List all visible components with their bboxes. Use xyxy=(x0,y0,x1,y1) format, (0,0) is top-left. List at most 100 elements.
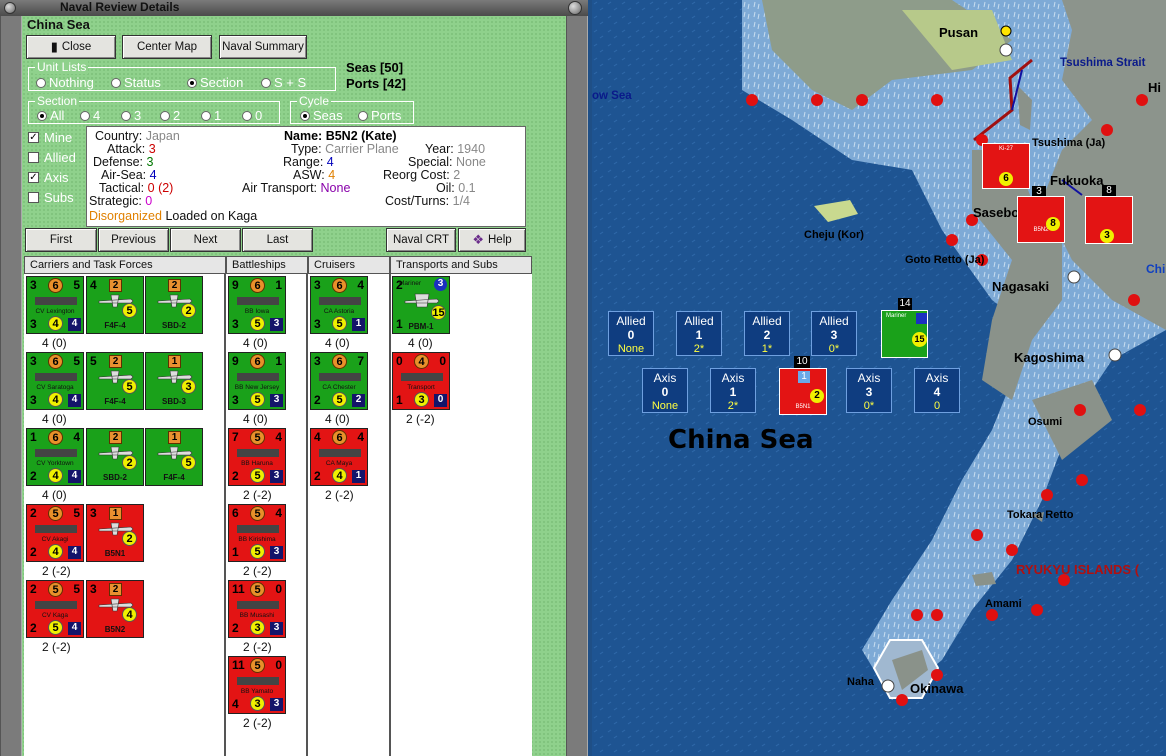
plane-range-circle: 3 xyxy=(181,379,196,394)
ship-counter[interactable]: 3 6 5 CV Saratoga 3 4 4 xyxy=(26,352,84,410)
counter-unit-name: CV Yorktown xyxy=(36,460,74,467)
section-2-radio[interactable]: 2 xyxy=(160,108,180,123)
cycle-seas-radio[interactable]: Seas xyxy=(300,108,343,123)
map-unit-b5n1[interactable]: 1 B5N1 2 xyxy=(779,368,827,415)
ship-counter[interactable]: 0 4 0 Transport 1 3 0 xyxy=(392,352,450,410)
counter-attack-circle: 6 xyxy=(332,278,347,293)
cruisers-column-header[interactable]: Cruisers xyxy=(308,256,390,274)
section-all-radio[interactable]: All xyxy=(37,108,64,123)
counter-attack-circle: 6 xyxy=(48,430,63,445)
ship-counter[interactable]: 3 6 4 CA Astoria 3 5 1 xyxy=(310,276,368,334)
plane-counter[interactable]: 4 2 F4F-4 5 xyxy=(86,276,144,334)
transports-column-header[interactable]: Transports and Subs xyxy=(390,256,532,274)
game-map[interactable]: Pusan Tsushima Strait Tsushima (Ja) Fuku… xyxy=(592,0,1166,756)
filter-subs-checkbox[interactable]: Subs xyxy=(28,190,74,205)
filter-axis-checkbox[interactable]: ✓ Axis xyxy=(28,170,69,185)
axis-search-box[interactable]: Axis 1 2* xyxy=(710,368,756,413)
battleships-column-header[interactable]: Battleships xyxy=(226,256,308,274)
ship-counter[interactable]: 2 5 5 CV Akagi 2 4 4 xyxy=(26,504,84,562)
counter-top-left-value: 9 xyxy=(232,278,239,292)
window-menu-icon[interactable] xyxy=(4,2,16,14)
next-button[interactable]: Next xyxy=(170,228,241,252)
window-titlebar[interactable]: Naval Review Details xyxy=(0,0,588,16)
section-0-radio[interactable]: 0 xyxy=(242,108,262,123)
plane-counter[interactable]: 1 F4F-4 5 xyxy=(145,428,203,486)
allied-search-box[interactable]: Allied 1 2* xyxy=(676,311,722,356)
ship-counter[interactable]: 11 5 0 BB Musashi 2 3 3 xyxy=(228,580,286,638)
axis-search-box[interactable]: Axis 3 0* xyxy=(846,368,892,413)
close-button-label: Close xyxy=(61,41,92,53)
reorg-value: 2 xyxy=(453,168,461,182)
ship-counter[interactable]: 2 5 5 CV Kaga 2 5 4 xyxy=(26,580,84,638)
box-label: Allied xyxy=(819,314,849,328)
plane-range-circle: 2 xyxy=(122,455,137,470)
ship-counter[interactable]: 9 6 1 BB Iowa 3 5 3 xyxy=(228,276,286,334)
filter-allied-checkbox[interactable]: Allied xyxy=(28,150,76,165)
column-divider xyxy=(306,274,308,756)
counter-unit-name: CA Astoria xyxy=(323,308,355,315)
ship-counter[interactable]: 9 6 1 BB New Jersey 3 5 3 xyxy=(228,352,286,410)
unit-lists-title: Unit Lists xyxy=(35,60,89,74)
counter-top-left-value: 3 xyxy=(314,354,321,368)
counter-top-right-value: 5 xyxy=(73,278,80,292)
map-unit-stack[interactable]: 3 xyxy=(1085,196,1133,244)
axis-search-box[interactable]: Axis 0 None xyxy=(642,368,688,413)
box-label: Axis xyxy=(925,371,949,385)
section-3-radio[interactable]: 3 xyxy=(121,108,141,123)
ship-counter[interactable]: 7 5 4 BB Haruna 2 5 3 xyxy=(228,428,286,486)
unit-lists-section-radio[interactable]: Section xyxy=(187,75,243,90)
map-unit-b5n2[interactable]: B5N2 8 xyxy=(1017,196,1065,243)
window-close-icon[interactable] xyxy=(568,1,582,15)
allied-search-box[interactable]: Allied 3 0* xyxy=(811,311,857,356)
plane-counter[interactable]: 3 2 B5N2 4 xyxy=(86,580,144,638)
counter-unit-name: CV Kaga xyxy=(41,612,69,619)
map-unit-ki27[interactable]: Ki-27 6 xyxy=(982,143,1030,189)
plane-counter[interactable]: 1 SBD-3 3 xyxy=(145,352,203,410)
type-value: Carrier Plane xyxy=(325,142,399,156)
plane-counter[interactable]: 2 SBD-2 2 xyxy=(86,428,144,486)
counter-defense-circle: 5 xyxy=(48,620,63,635)
map-unit-mariner[interactable]: Mariner 15 xyxy=(881,310,928,358)
ship-counter[interactable]: 6 5 4 BB Kirishima 1 5 3 xyxy=(228,504,286,562)
plane-counter[interactable]: 2 SBD-2 2 xyxy=(145,276,203,334)
map-label-pusan: Pusan xyxy=(939,25,979,40)
plane-counter[interactable]: 5 2 F4F-4 5 xyxy=(86,352,144,410)
first-button[interactable]: First xyxy=(25,228,97,252)
plane-counter[interactable]: 3 1 B5N1 2 xyxy=(86,504,144,562)
counter-defense-circle: 4 xyxy=(48,316,63,331)
filter-mine-checkbox[interactable]: ✓ Mine xyxy=(28,130,72,145)
counter-bottom-right-value: 1 xyxy=(352,318,365,331)
naval-crt-button[interactable]: Naval CRT xyxy=(386,228,456,252)
unit-lists-s-s-radio[interactable]: S + S xyxy=(261,75,306,90)
last-button[interactable]: Last xyxy=(242,228,313,252)
ship-silhouette-icon xyxy=(35,373,77,381)
ship-silhouette-icon xyxy=(237,297,279,305)
axis-search-box[interactable]: Axis 4 0 xyxy=(914,368,960,413)
ports-count: Ports [42] xyxy=(346,76,406,91)
cycle-ports-radio[interactable]: Ports xyxy=(358,108,401,123)
unit-lists-status-radio[interactable]: Status xyxy=(111,75,161,90)
ship-counter[interactable]: 1 6 4 CV Yorktown 2 4 4 xyxy=(26,428,84,486)
help-button[interactable]: ❖ Help xyxy=(458,228,526,252)
center-map-button[interactable]: Center Map xyxy=(122,35,212,59)
ship-counter[interactable]: 11 5 0 BB Yamato 4 3 3 xyxy=(228,656,286,714)
close-button[interactable]: ▮ Close xyxy=(26,35,116,59)
counter-top-left-value: 3 xyxy=(30,278,37,292)
box-number: 4 xyxy=(933,385,941,399)
ship-counter[interactable]: 3 6 7 CA Chester 2 5 2 xyxy=(310,352,368,410)
counter-defense-circle: 5 xyxy=(250,544,265,559)
carriers-column-header[interactable]: Carriers and Task Forces xyxy=(24,256,226,274)
allied-search-box[interactable]: Allied 0 None xyxy=(608,311,654,356)
previous-button[interactable]: Previous xyxy=(98,228,169,252)
loaded-on: Loaded on Kaga xyxy=(165,209,258,223)
ship-counter[interactable]: 4 6 4 CA Maya 2 4 1 xyxy=(310,428,368,486)
flying-boat-counter[interactable]: 2 Mariner 3 15 1 PBM-1 xyxy=(392,276,450,334)
unit-lists-nothing-radio[interactable]: Nothing xyxy=(36,75,94,90)
section-4-radio[interactable]: 4 xyxy=(80,108,100,123)
allied-search-box[interactable]: Allied 2 1* xyxy=(744,311,790,356)
section-1-radio[interactable]: 1 xyxy=(201,108,221,123)
counter-bottom-left-value: 3 xyxy=(232,317,239,331)
map-label-fukuoka: Fukuoka xyxy=(1050,173,1104,188)
naval-summary-button[interactable]: Naval Summary xyxy=(219,35,307,59)
ship-counter[interactable]: 3 6 5 CV Lexington 3 4 4 xyxy=(26,276,84,334)
